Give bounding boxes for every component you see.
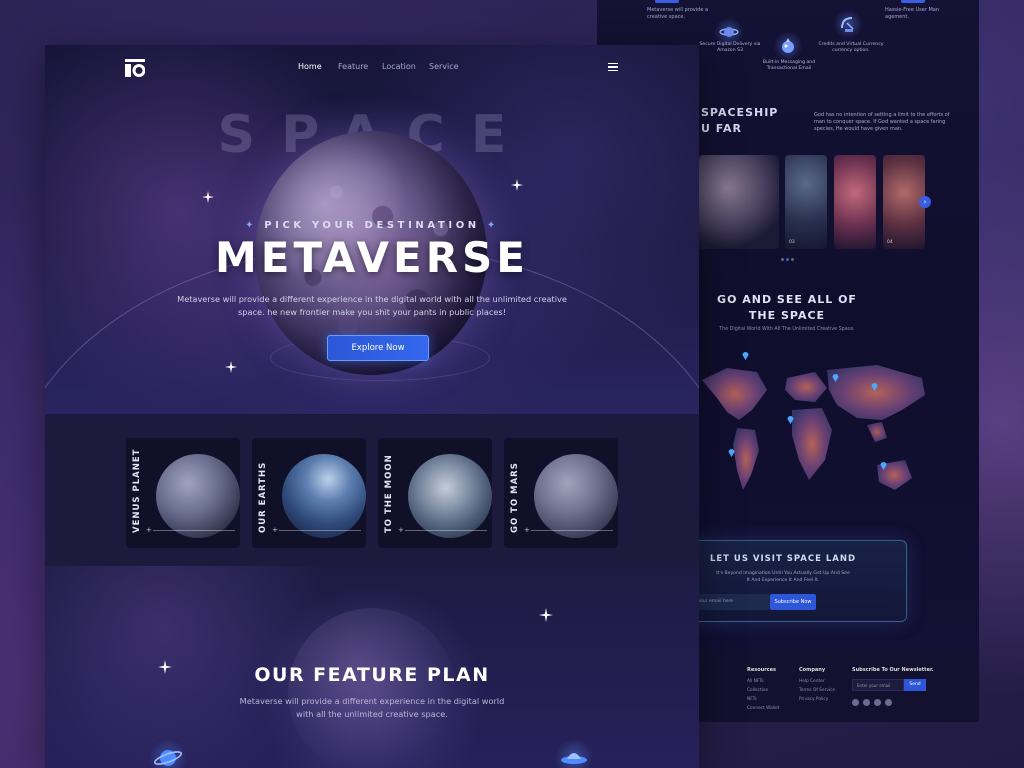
top-left-text: Metaverse will provide a creative space. <box>647 7 709 20</box>
nav-feature[interactable]: Feature <box>338 62 368 71</box>
sparkle-icon: ✦ <box>479 220 499 231</box>
twitter-icon[interactable] <box>863 699 870 706</box>
gallery-card[interactable]: 03 <box>785 155 827 249</box>
feature-plan-title: OUR FEATURE PLAN <box>254 664 490 686</box>
location-pin-icon[interactable] <box>742 351 749 360</box>
sparkle-icon <box>202 191 214 203</box>
explore-now-button[interactable]: Explore Now <box>327 335 429 361</box>
sparkle-icon <box>539 608 553 622</box>
newsletter-send-button[interactable]: Send <box>904 679 926 691</box>
location-pin-icon[interactable] <box>871 382 878 391</box>
instagram-icon[interactable] <box>885 699 892 706</box>
world-map <box>702 365 925 490</box>
sparkle-icon <box>158 660 172 674</box>
spaceship-body: God has no intention of setting a limit … <box>814 112 950 132</box>
carousel-next-button[interactable]: › <box>919 196 931 208</box>
nav-service[interactable]: Service <box>429 62 459 71</box>
linkedin-icon[interactable] <box>874 699 881 706</box>
carousel-dot[interactable] <box>781 258 784 261</box>
venus-planet-image <box>156 454 240 538</box>
footer-company-links: Help Center Terms Of Service Privacy Pol… <box>799 679 836 702</box>
main-landing-page: SPACE Home Feature Location Service ✦ PI… <box>45 45 699 768</box>
sparkle-icon: ✦ <box>245 220 265 231</box>
background-planet <box>288 608 456 768</box>
earth-planet-image <box>282 454 366 538</box>
footer-newsletter-title: Subscribe To Our Newsletter. <box>852 667 934 673</box>
destination-card-venus[interactable]: VENUS PLANET + <box>126 438 240 548</box>
feature-label: Built-in Messaging and Transactional Ema… <box>762 60 816 71</box>
nav-location[interactable]: Location <box>382 62 416 71</box>
hero-title: METAVERSE <box>214 233 529 282</box>
destination-card-moon[interactable]: TO THE MOON + <box>378 438 492 548</box>
facebook-icon[interactable] <box>852 699 859 706</box>
footer-resources-title: Resources <box>747 667 777 673</box>
footer-company-title: Company <box>799 667 826 673</box>
feature-label: Secure Digital Delivery via Amazon S3 <box>699 42 761 53</box>
tab-indicator <box>655 0 679 3</box>
ufo-icon <box>554 738 594 768</box>
satellite-icon <box>774 32 802 60</box>
hero-section: SPACE Home Feature Location Service ✦ PI… <box>45 45 699 414</box>
gallery-card[interactable] <box>834 155 876 249</box>
site-logo[interactable] <box>125 59 145 77</box>
map-section-heading: GO AND SEE ALL OF THE SPACE <box>717 293 857 322</box>
location-pin-icon[interactable] <box>880 461 887 470</box>
destinations-band: VENUS PLANET + OUR EARTHS + TO THE MOON … <box>45 414 699 566</box>
mars-planet-image <box>534 454 618 538</box>
dish-icon <box>834 10 862 38</box>
location-pin-icon[interactable] <box>787 415 794 424</box>
planet-ring-icon <box>148 738 188 768</box>
hero-kicker: ✦ PICK YOUR DESTINATION ✦ <box>245 220 499 231</box>
feature-plan-description: Metaverse will provide a different exper… <box>239 696 505 719</box>
location-pin-icon[interactable] <box>728 448 735 457</box>
hero-description: Metaverse will provide a different exper… <box>177 294 567 317</box>
gallery-card[interactable] <box>699 155 779 249</box>
location-pin-icon[interactable] <box>832 373 839 382</box>
top-right-text: Hassle-Free User Man agement. <box>885 7 940 20</box>
carousel-dot[interactable] <box>791 258 794 261</box>
destination-card-mars[interactable]: GO TO MARS + <box>504 438 618 548</box>
newsletter-email-input[interactable]: Enter your email <box>852 679 904 691</box>
moon-planet-image <box>408 454 492 538</box>
sparkle-icon <box>511 179 523 191</box>
spaceship-heading: SPACESHIP U FAR <box>701 106 779 135</box>
footer-resources-links: All NFTs Collection NFTs Connect Wallet <box>747 679 780 711</box>
subscribe-now-button[interactable]: Subscribe Now <box>770 594 816 610</box>
nav-home[interactable]: Home <box>298 62 322 71</box>
map-section-subtitle: The Digital World With All The Unlimited… <box>719 327 855 332</box>
feature-label: Credits and Virtual Currency currency op… <box>818 42 884 53</box>
destination-card-earth[interactable]: OUR EARTHS + <box>252 438 366 548</box>
feature-plan-section: OUR FEATURE PLAN Metaverse will provide … <box>45 566 699 768</box>
tab-indicator <box>901 0 925 3</box>
carousel-dot[interactable] <box>786 258 789 261</box>
hamburger-menu-icon[interactable] <box>608 63 618 71</box>
